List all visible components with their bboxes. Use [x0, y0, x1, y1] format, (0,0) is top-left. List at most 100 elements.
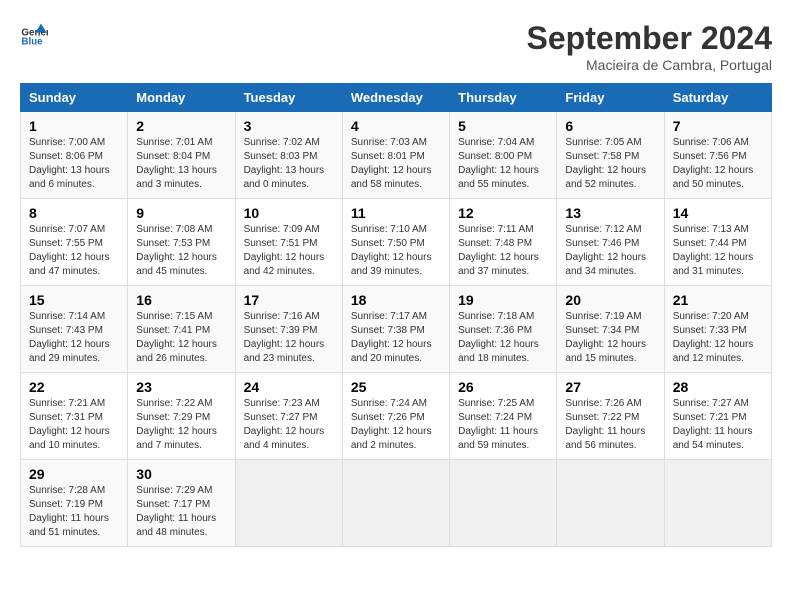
- calendar-week-row: 1 Sunrise: 7:00 AMSunset: 8:06 PMDaylight…: [21, 112, 772, 199]
- day-number: 19: [458, 292, 548, 308]
- day-info: Sunrise: 7:12 AMSunset: 7:46 PMDaylight:…: [565, 223, 655, 279]
- calendar-cell: 12 Sunrise: 7:11 AMSunset: 7:48 PMDayligh…: [450, 199, 557, 286]
- day-info: Sunrise: 7:03 AMSunset: 8:01 PMDaylight:…: [351, 136, 441, 192]
- calendar-cell: [235, 460, 342, 547]
- calendar-cell: 3 Sunrise: 7:02 AMSunset: 8:03 PMDaylight…: [235, 112, 342, 199]
- day-info: Sunrise: 7:06 AMSunset: 7:56 PMDaylight:…: [673, 136, 763, 192]
- day-info: Sunrise: 7:29 AMSunset: 7:17 PMDaylight:…: [136, 484, 226, 540]
- day-number: 27: [565, 379, 655, 395]
- calendar-cell: [450, 460, 557, 547]
- weekday-header: Wednesday: [342, 84, 449, 112]
- day-number: 20: [565, 292, 655, 308]
- day-number: 4: [351, 118, 441, 134]
- day-number: 15: [29, 292, 119, 308]
- calendar-cell: 20 Sunrise: 7:19 AMSunset: 7:34 PMDayligh…: [557, 286, 664, 373]
- day-info: Sunrise: 7:00 AMSunset: 8:06 PMDaylight:…: [29, 136, 119, 192]
- calendar-cell: 10Sunrise: 7:09 AMSunset: 7:51 PMDayligh…: [235, 199, 342, 286]
- day-info: Sunrise: 7:17 AMSunset: 7:38 PMDaylight:…: [351, 310, 441, 366]
- day-info: Sunrise: 7:16 AMSunset: 7:39 PMDaylight:…: [244, 310, 334, 366]
- day-number: 13: [565, 205, 655, 221]
- calendar-cell: 19 Sunrise: 7:18 AMSunset: 7:36 PMDayligh…: [450, 286, 557, 373]
- day-number: 6: [565, 118, 655, 134]
- calendar-cell: 15 Sunrise: 7:14 AMSunset: 7:43 PMDayligh…: [21, 286, 128, 373]
- day-number: 23: [136, 379, 226, 395]
- calendar-cell: 13 Sunrise: 7:12 AMSunset: 7:46 PMDayligh…: [557, 199, 664, 286]
- weekday-header: Friday: [557, 84, 664, 112]
- calendar-body: 1 Sunrise: 7:00 AMSunset: 8:06 PMDaylight…: [21, 112, 772, 547]
- weekday-header: Thursday: [450, 84, 557, 112]
- day-info: Sunrise: 7:27 AMSunset: 7:21 PMDaylight:…: [673, 397, 763, 453]
- day-number: 26: [458, 379, 548, 395]
- month-title: September 2024: [527, 20, 772, 57]
- calendar-cell: 27 Sunrise: 7:26 AMSunset: 7:22 PMDayligh…: [557, 373, 664, 460]
- calendar-cell: 21 Sunrise: 7:20 AMSunset: 7:33 PMDayligh…: [664, 286, 771, 373]
- day-info: Sunrise: 7:15 AMSunset: 7:41 PMDaylight:…: [136, 310, 226, 366]
- calendar-cell: 8 Sunrise: 7:07 AMSunset: 7:55 PMDaylight…: [21, 199, 128, 286]
- svg-text:Blue: Blue: [21, 37, 43, 48]
- day-info: Sunrise: 7:25 AMSunset: 7:24 PMDaylight:…: [458, 397, 548, 453]
- day-number: 29: [29, 466, 119, 482]
- calendar-cell: 24 Sunrise: 7:23 AMSunset: 7:27 PMDayligh…: [235, 373, 342, 460]
- calendar-cell: 1 Sunrise: 7:00 AMSunset: 8:06 PMDaylight…: [21, 112, 128, 199]
- day-info: Sunrise: 7:08 AMSunset: 7:53 PMDaylight:…: [136, 223, 226, 279]
- calendar-cell: 29 Sunrise: 7:28 AMSunset: 7:19 PMDayligh…: [21, 460, 128, 547]
- day-info: Sunrise: 7:19 AMSunset: 7:34 PMDaylight:…: [565, 310, 655, 366]
- day-number: 16: [136, 292, 226, 308]
- calendar-cell: 9Sunrise: 7:08 AMSunset: 7:53 PMDaylight…: [128, 199, 235, 286]
- day-info: Sunrise: 7:18 AMSunset: 7:36 PMDaylight:…: [458, 310, 548, 366]
- weekday-header: Saturday: [664, 84, 771, 112]
- calendar-cell: 25Sunrise: 7:24 AMSunset: 7:26 PMDayligh…: [342, 373, 449, 460]
- page-header: General Blue September 2024 Macieira de …: [20, 20, 772, 73]
- day-number: 11: [351, 205, 441, 221]
- calendar-cell: 23Sunrise: 7:22 AMSunset: 7:29 PMDayligh…: [128, 373, 235, 460]
- day-info: Sunrise: 7:04 AMSunset: 8:00 PMDaylight:…: [458, 136, 548, 192]
- calendar-cell: 7 Sunrise: 7:06 AMSunset: 7:56 PMDaylight…: [664, 112, 771, 199]
- calendar-cell: 26 Sunrise: 7:25 AMSunset: 7:24 PMDayligh…: [450, 373, 557, 460]
- title-block: September 2024 Macieira de Cambra, Portu…: [527, 20, 772, 73]
- weekday-header: Sunday: [21, 84, 128, 112]
- day-info: Sunrise: 7:20 AMSunset: 7:33 PMDaylight:…: [673, 310, 763, 366]
- day-number: 2: [136, 118, 226, 134]
- calendar-cell: 5Sunrise: 7:04 AMSunset: 8:00 PMDaylight…: [450, 112, 557, 199]
- day-info: Sunrise: 7:26 AMSunset: 7:22 PMDaylight:…: [565, 397, 655, 453]
- day-number: 30: [136, 466, 226, 482]
- calendar-header-row: SundayMondayTuesdayWednesdayThursdayFrid…: [21, 84, 772, 112]
- day-number: 10: [244, 205, 334, 221]
- day-number: 24: [244, 379, 334, 395]
- calendar-week-row: 8 Sunrise: 7:07 AMSunset: 7:55 PMDaylight…: [21, 199, 772, 286]
- day-info: Sunrise: 7:02 AMSunset: 8:03 PMDaylight:…: [244, 136, 334, 192]
- day-info: Sunrise: 7:21 AMSunset: 7:31 PMDaylight:…: [29, 397, 119, 453]
- calendar-cell: 11 Sunrise: 7:10 AMSunset: 7:50 PMDayligh…: [342, 199, 449, 286]
- day-number: 1: [29, 118, 119, 134]
- day-number: 7: [673, 118, 763, 134]
- calendar-cell: 22Sunrise: 7:21 AMSunset: 7:31 PMDayligh…: [21, 373, 128, 460]
- day-number: 14: [673, 205, 763, 221]
- calendar-cell: 17 Sunrise: 7:16 AMSunset: 7:39 PMDayligh…: [235, 286, 342, 373]
- day-number: 21: [673, 292, 763, 308]
- calendar-cell: [664, 460, 771, 547]
- day-info: Sunrise: 7:05 AMSunset: 7:58 PMDaylight:…: [565, 136, 655, 192]
- day-info: Sunrise: 7:14 AMSunset: 7:43 PMDaylight:…: [29, 310, 119, 366]
- calendar-cell: 4 Sunrise: 7:03 AMSunset: 8:01 PMDaylight…: [342, 112, 449, 199]
- calendar-cell: 18Sunrise: 7:17 AMSunset: 7:38 PMDayligh…: [342, 286, 449, 373]
- calendar-table: SundayMondayTuesdayWednesdayThursdayFrid…: [20, 83, 772, 547]
- weekday-header: Monday: [128, 84, 235, 112]
- day-number: 28: [673, 379, 763, 395]
- calendar-week-row: 15 Sunrise: 7:14 AMSunset: 7:43 PMDayligh…: [21, 286, 772, 373]
- day-info: Sunrise: 7:23 AMSunset: 7:27 PMDaylight:…: [244, 397, 334, 453]
- calendar-week-row: 29 Sunrise: 7:28 AMSunset: 7:19 PMDayligh…: [21, 460, 772, 547]
- day-number: 17: [244, 292, 334, 308]
- day-info: Sunrise: 7:28 AMSunset: 7:19 PMDaylight:…: [29, 484, 119, 540]
- calendar-week-row: 22Sunrise: 7:21 AMSunset: 7:31 PMDayligh…: [21, 373, 772, 460]
- day-info: Sunrise: 7:10 AMSunset: 7:50 PMDaylight:…: [351, 223, 441, 279]
- day-info: Sunrise: 7:13 AMSunset: 7:44 PMDaylight:…: [673, 223, 763, 279]
- day-number: 8: [29, 205, 119, 221]
- day-info: Sunrise: 7:11 AMSunset: 7:48 PMDaylight:…: [458, 223, 548, 279]
- calendar-cell: [342, 460, 449, 547]
- calendar-cell: 30 Sunrise: 7:29 AMSunset: 7:17 PMDayligh…: [128, 460, 235, 547]
- day-info: Sunrise: 7:07 AMSunset: 7:55 PMDaylight:…: [29, 223, 119, 279]
- calendar-cell: 2Sunrise: 7:01 AMSunset: 8:04 PMDaylight…: [128, 112, 235, 199]
- day-number: 3: [244, 118, 334, 134]
- weekday-header: Tuesday: [235, 84, 342, 112]
- day-number: 12: [458, 205, 548, 221]
